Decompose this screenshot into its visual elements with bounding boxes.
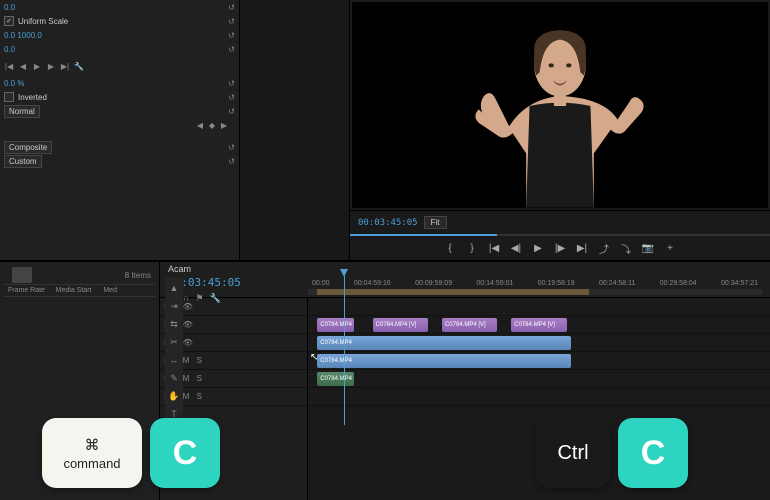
step-fwd-button[interactable]: |▶ [553, 241, 567, 255]
blend-mode-dropdown[interactable]: Normal [4, 105, 40, 118]
reset-icon[interactable] [228, 93, 235, 102]
uniform-scale-label: Uniform Scale [18, 17, 68, 26]
solo-icon[interactable]: S [197, 374, 207, 384]
wrench-icon[interactable]: 🔧 [74, 61, 84, 71]
track-select-tool[interactable]: ⇥ [167, 298, 181, 314]
composite-dropdown[interactable]: Composite [4, 141, 52, 154]
eye-icon[interactable]: 👁 [183, 302, 193, 312]
reset-icon[interactable] [228, 143, 235, 152]
preview-content [404, 18, 716, 208]
zoom-dropdown[interactable]: Fit [424, 216, 447, 229]
video-clip[interactable]: C0784.MP4 [V] [511, 318, 566, 332]
col-mediastart[interactable]: Media Start [56, 287, 104, 294]
export-frame-icon[interactable]: 📷 [641, 241, 655, 255]
uniform-scale-checkbox[interactable] [4, 16, 14, 26]
cursor-icon: ↖ [310, 352, 318, 363]
c-key: C [150, 418, 220, 488]
mute-icon[interactable]: M [183, 356, 193, 366]
custom-dropdown[interactable]: Custom [4, 155, 42, 168]
video-preview[interactable] [352, 2, 768, 208]
bin-icon[interactable] [12, 267, 32, 283]
reset-icon[interactable] [228, 31, 235, 40]
audio-clip[interactable]: C0784.MP4 [317, 372, 354, 386]
playhead[interactable] [344, 269, 345, 425]
timeline-ruler[interactable]: 00:00 00:04:59:16 00:09:59:09 00:14:59:0… [308, 264, 762, 295]
solo-icon[interactable]: S [197, 392, 207, 402]
scale-value[interactable]: 0.0 [4, 3, 15, 12]
play-icon[interactable]: ▶ [32, 61, 42, 71]
settings-icon[interactable]: + [663, 241, 677, 255]
step-back-button[interactable]: ◀| [509, 241, 523, 255]
hand-tool[interactable]: ✋ [167, 388, 181, 404]
inverted-label: Inverted [18, 93, 47, 102]
step-fwd-icon[interactable]: ▶ [46, 61, 56, 71]
effects-controls-panel: 0.0 Uniform Scale 0.0 1000.0 0.0 |◀ ◀ ▶ … [0, 0, 240, 260]
rotation-value[interactable]: 0.0 1000.0 [4, 31, 42, 40]
item-count: 8 Items [125, 271, 151, 280]
inverted-checkbox[interactable] [4, 92, 14, 102]
lift-icon[interactable]: ⤴ [597, 241, 611, 255]
command-label: command [63, 456, 120, 471]
video-clip[interactable]: C0784.MP4 [V] [442, 318, 497, 332]
go-end-icon[interactable]: ▶| [60, 61, 70, 71]
eye-icon[interactable]: 👁 [183, 320, 193, 330]
go-start-icon[interactable]: |◀ [4, 61, 14, 71]
timeline-timecode[interactable]: 00:03:45:05 [168, 276, 308, 289]
anchor-value[interactable]: 0.0 [4, 45, 15, 54]
mark-out-icon[interactable]: } [465, 241, 479, 255]
tools-panel: ▲ ⇥ ⇆ ✂ ↔ ✎ ✋ T [165, 278, 183, 424]
reset-icon[interactable] [228, 107, 235, 116]
program-monitor: 00:03:45:05 Fit { } |◀ ◀| ▶ |▶ ▶| ⤴ ⤵ 📷 … [350, 0, 770, 260]
reset-icon[interactable] [228, 45, 235, 54]
razor-tool[interactable]: ✂ [167, 334, 181, 350]
video-clip[interactable]: C0784.MP4 [V] [373, 318, 428, 332]
mute-icon[interactable]: M [183, 392, 193, 402]
keyframe-next-icon[interactable]: ▶ [219, 120, 229, 130]
mute-icon[interactable]: M [183, 374, 193, 384]
reset-icon[interactable] [228, 157, 235, 166]
command-symbol: ⌘ [85, 436, 100, 454]
go-out-icon[interactable]: ▶| [575, 241, 589, 255]
ripple-tool[interactable]: ⇆ [167, 316, 181, 332]
video-clip[interactable]: C0784.MP4 [317, 318, 354, 332]
effects-timeline-area [240, 0, 350, 260]
pen-tool[interactable]: ✎ [167, 370, 181, 386]
reset-icon[interactable] [228, 79, 235, 88]
keyframe-prev-icon[interactable]: ◀ [195, 120, 205, 130]
col-media[interactable]: Med [103, 287, 151, 294]
col-framerate[interactable]: Frame Rate [8, 287, 56, 294]
reset-icon[interactable] [228, 3, 235, 12]
program-timecode[interactable]: 00:03:45:05 [358, 218, 418, 228]
audio-clip-selected[interactable]: C0784.MP4 [317, 354, 571, 368]
play-button[interactable]: ▶ [531, 241, 545, 255]
step-back-icon[interactable]: ◀ [18, 61, 28, 71]
selection-tool[interactable]: ▲ [167, 280, 181, 296]
extract-icon[interactable]: ⤵ [619, 241, 633, 255]
opacity-value[interactable]: 0.0 % [4, 79, 24, 88]
keyframe-add-icon[interactable]: ◆ [207, 120, 217, 130]
eye-icon[interactable]: 👁 [183, 338, 193, 348]
ctrl-key: Ctrl [536, 418, 610, 488]
reset-icon[interactable] [228, 17, 235, 26]
video-clip-selected[interactable]: C0784.MP4 [317, 336, 571, 350]
solo-icon[interactable]: S [197, 356, 207, 366]
shortcut-mac: ⌘ command C [42, 418, 220, 488]
sequence-name[interactable]: Acam [168, 264, 308, 274]
shortcut-win: Ctrl C [536, 418, 688, 488]
mark-in-icon[interactable]: { [443, 241, 457, 255]
c-key: C [618, 418, 688, 488]
slip-tool[interactable]: ↔ [167, 352, 181, 368]
go-in-icon[interactable]: |◀ [487, 241, 501, 255]
command-key: ⌘ command [42, 418, 142, 488]
